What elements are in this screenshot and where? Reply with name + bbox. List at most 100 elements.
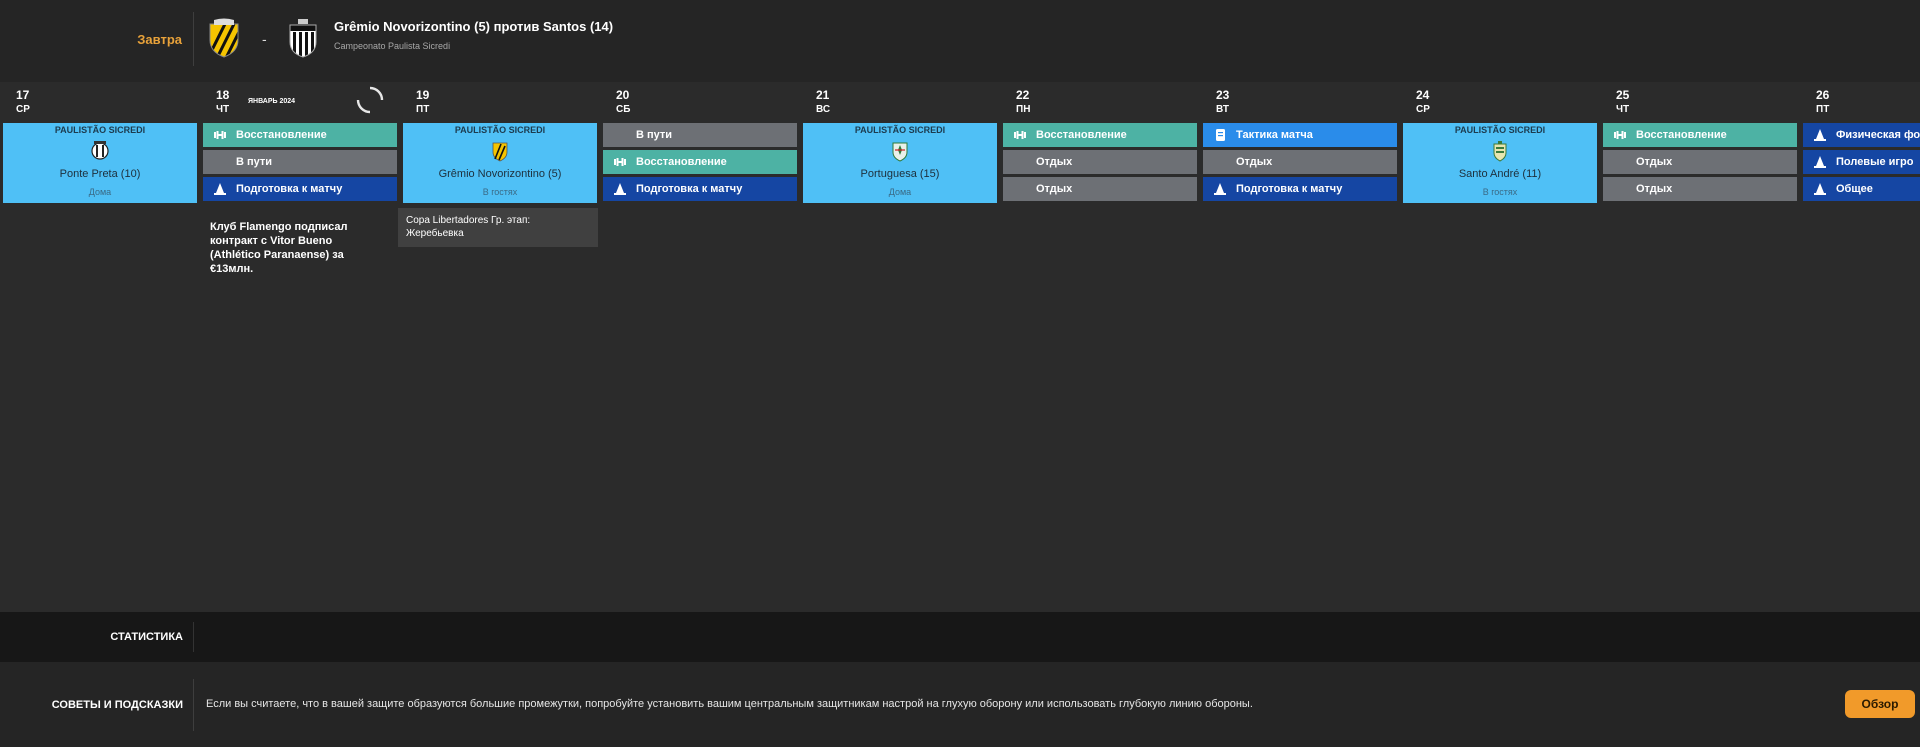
session-label: В пути (236, 156, 273, 168)
next-match-title[interactable]: Grêmio Novorizontino (5) против Santos (… (334, 19, 613, 34)
day-column: 21 ВС PAULISTÃO SICREDI Portuguesa (15) … (800, 82, 1000, 612)
tips-text: Если вы считаете, что в вашей защите обр… (206, 698, 1253, 710)
novorizontino-crest-icon[interactable] (206, 18, 242, 58)
month-label: ЯНВАРЬ 2024 (248, 98, 296, 105)
day-column: 25 ЧТ Восстановление Отдых Отдых (1600, 82, 1800, 612)
session-label: Общее (1836, 183, 1873, 195)
match-venue: В гостях (482, 187, 518, 197)
santo-andre-crest-icon (1493, 141, 1507, 162)
session-label: Отдых (1636, 183, 1673, 195)
session-label: Тактика матча (1236, 129, 1313, 141)
match-card[interactable]: PAULISTÃO SICREDI Ponte Preta (10) Дома (3, 123, 197, 203)
training-session[interactable]: Отдых (1603, 177, 1797, 201)
training-session[interactable]: Физическая фо (1803, 123, 1920, 147)
novorizontino-crest-icon (492, 142, 508, 162)
day-column: 20 СБ В пути Восстановление Подготовка к… (600, 82, 800, 612)
match-card[interactable]: PAULISTÃO SICREDI Grêmio Novorizontino (… (403, 123, 597, 203)
training-session[interactable]: Подготовка к матчу (603, 177, 797, 201)
match-competition: PAULISTÃO SICREDI (1454, 125, 1546, 135)
session-label: В пути (636, 129, 673, 141)
day-weekday: ПН (1016, 104, 1031, 115)
session-label: Подготовка к матчу (636, 183, 743, 195)
day-column: 22 ПН Восстановление Отдых Отдых (1000, 82, 1200, 612)
match-venue: В гостях (1482, 187, 1518, 197)
match-card[interactable]: PAULISTÃO SICREDI Portuguesa (15) Дома (803, 123, 997, 203)
stats-label: СТАТИСТИКА (110, 631, 183, 643)
header-divider (193, 12, 194, 66)
day-number: 17 (16, 88, 30, 102)
session-label: Восстановление (1036, 129, 1127, 141)
training-session[interactable]: Отдых (1203, 150, 1397, 174)
santos-crest-icon[interactable] (285, 18, 321, 58)
news-item[interactable]: Клуб Flamengo подписал контракт с Vitor … (210, 220, 370, 276)
day-column: 24 СР PAULISTÃO SICREDI Santo André (11)… (1400, 82, 1600, 612)
training-session[interactable]: Подготовка к матчу (1203, 177, 1397, 201)
cone-icon (1814, 183, 1826, 195)
day-weekday: ВС (816, 104, 831, 115)
match-opponent: Ponte Preta (10) (59, 168, 141, 180)
match-competition: PAULISTÃO SICREDI (54, 125, 146, 135)
training-session[interactable]: В пути (203, 150, 397, 174)
session-label: Отдых (1236, 156, 1273, 168)
day-number: 22 (1016, 88, 1030, 102)
training-session[interactable]: Общее (1803, 177, 1920, 201)
training-session[interactable]: Восстановление (1003, 123, 1197, 147)
day-number: 25 (1616, 88, 1630, 102)
training-session[interactable]: Полевые игро (1803, 150, 1920, 174)
match-competition: PAULISTÃO SICREDI (854, 125, 946, 135)
training-session[interactable]: Отдых (1003, 177, 1197, 201)
day-column: 26 ПТ Физическая фо Полевые игро Общее (1800, 82, 1920, 612)
refresh-icon[interactable] (355, 85, 385, 115)
dumbbell-icon (214, 131, 226, 139)
cone-icon (214, 183, 226, 195)
day-weekday: ЧТ (216, 104, 230, 115)
day-column: 17 СР PAULISTÃO SICREDI Ponte Preta (10)… (0, 82, 200, 612)
training-session[interactable]: Отдых (1603, 150, 1797, 174)
dumbbell-icon (1614, 131, 1626, 139)
session-label: Подготовка к матчу (236, 183, 343, 195)
ponte-preta-crest-icon (91, 141, 109, 160)
training-session[interactable]: Тактика матча (1203, 123, 1397, 147)
overview-button[interactable]: Обзор (1845, 690, 1915, 718)
day-weekday: СР (16, 104, 30, 115)
cone-icon (1214, 183, 1226, 195)
stats-divider (193, 622, 194, 652)
cone-icon (1814, 129, 1826, 141)
match-opponent: Portuguesa (15) (860, 168, 940, 180)
clipboard-icon (1216, 129, 1225, 141)
match-opponent: Grêmio Novorizontino (5) (438, 168, 562, 180)
calendar-event[interactable]: Copa Libertadores Гр. этап: Жеребьевка (398, 208, 598, 247)
training-session[interactable]: Отдых (1003, 150, 1197, 174)
session-label: Отдых (1036, 183, 1073, 195)
match-opponent: Santo André (11) (1458, 168, 1542, 180)
day-weekday: ВТ (1216, 104, 1229, 115)
next-match-header[interactable]: Завтра - Grêmio Novorizontino (5) против… (0, 0, 1920, 82)
session-label: Отдых (1036, 156, 1073, 168)
next-match-when: Завтра (137, 32, 182, 47)
day-column: 18 ЧТ Восстановление В пути Подготовка к… (200, 82, 400, 612)
tips-panel: СОВЕТЫ И ПОДСКАЗКИ Если вы считаете, что… (0, 662, 1920, 747)
day-number: 26 (1816, 88, 1830, 102)
cone-icon (614, 183, 626, 195)
session-label: Подготовка к матчу (1236, 183, 1343, 195)
session-label: Восстановление (1636, 129, 1727, 141)
match-venue: Дома (88, 187, 112, 197)
tips-divider (193, 679, 194, 731)
day-number: 23 (1216, 88, 1230, 102)
stats-panel[interactable]: СТАТИСТИКА (0, 612, 1920, 662)
next-match-competition[interactable]: Campeonato Paulista Sicredi (334, 41, 450, 51)
training-session[interactable]: Восстановление (603, 150, 797, 174)
day-weekday: ЧТ (1616, 104, 1630, 115)
session-label: Физическая фо (1836, 129, 1920, 141)
match-card[interactable]: PAULISTÃO SICREDI Santo André (11) В гос… (1403, 123, 1597, 203)
portuguesa-crest-icon (892, 142, 908, 162)
day-weekday: СР (1416, 104, 1430, 115)
session-label: Восстановление (636, 156, 727, 168)
training-session[interactable]: Подготовка к матчу (203, 177, 397, 201)
cone-icon (1814, 156, 1826, 168)
training-session[interactable]: В пути (603, 123, 797, 147)
training-session[interactable]: Восстановление (1603, 123, 1797, 147)
training-session[interactable]: Восстановление (203, 123, 397, 147)
session-label: Полевые игро (1836, 156, 1914, 168)
dumbbell-icon (1014, 131, 1026, 139)
